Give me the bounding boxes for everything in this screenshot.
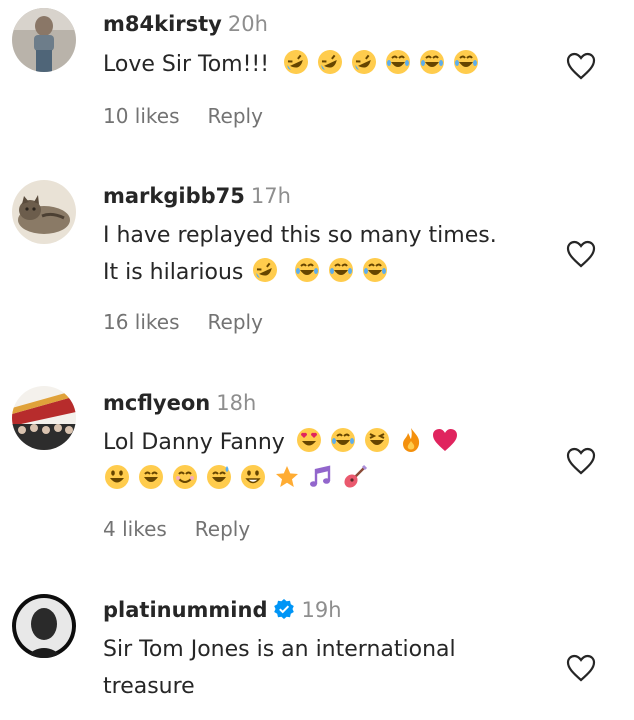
avatar[interactable] — [12, 8, 76, 72]
heart-icon[interactable] — [565, 446, 597, 476]
rofl-emoji — [282, 48, 310, 76]
joy-emoji — [384, 48, 412, 76]
likes-count[interactable]: 10 likes — [103, 104, 180, 128]
avatar[interactable] — [12, 180, 76, 244]
likes-count[interactable]: 16 likes — [103, 310, 180, 334]
username[interactable]: platinummind — [103, 598, 267, 622]
grin-emoji — [137, 463, 165, 491]
guitar-emoji — [341, 463, 369, 491]
heart-icon[interactable] — [565, 653, 597, 683]
timestamp: 19h — [301, 598, 342, 622]
rofl-emoji — [316, 48, 344, 76]
reply-button[interactable]: Reply — [208, 104, 263, 128]
fire-emoji — [397, 426, 425, 454]
joy-emoji — [327, 256, 355, 284]
joy-emoji — [361, 256, 389, 284]
laughing-emoji — [363, 426, 391, 454]
heart-eyes-emoji — [295, 426, 323, 454]
red-heart-emoji — [431, 426, 459, 454]
rofl-emoji — [350, 48, 378, 76]
username[interactable]: markgibb75 — [103, 184, 245, 208]
username[interactable]: mcflyeon — [103, 391, 210, 415]
comment-text: I have replayed this so many times. It i… — [103, 223, 497, 285]
comment-text: Sir Tom Jones is an international treasu… — [103, 637, 456, 699]
joy-emoji — [452, 48, 480, 76]
joy-emoji — [329, 426, 357, 454]
avatar[interactable] — [12, 594, 76, 658]
joy-emoji — [418, 48, 446, 76]
reply-button[interactable]: Reply — [208, 310, 263, 334]
slight-smile-emoji — [239, 463, 267, 491]
sweat-smile-emoji — [205, 463, 233, 491]
music-notes-emoji — [307, 463, 335, 491]
timestamp: 17h — [250, 184, 291, 208]
rofl-emoji — [251, 256, 279, 284]
heart-icon[interactable] — [565, 239, 597, 269]
reply-button[interactable]: Reply — [195, 517, 250, 541]
heart-icon[interactable] — [565, 51, 597, 81]
avatar[interactable] — [12, 386, 76, 450]
comment-text: Love Sir Tom!!! — [103, 46, 553, 83]
username[interactable]: m84kirsty — [103, 12, 222, 36]
joy-emoji — [293, 256, 321, 284]
timestamp: 18h — [216, 391, 257, 415]
likes-count[interactable]: 4 likes — [103, 517, 167, 541]
comment-text: Lol Danny Fanny — [103, 424, 553, 498]
grinning-emoji — [103, 463, 131, 491]
star-emoji — [273, 463, 301, 491]
timestamp: 20h — [227, 12, 268, 36]
smile-emoji — [171, 463, 199, 491]
verified-badge-icon — [274, 599, 295, 619]
